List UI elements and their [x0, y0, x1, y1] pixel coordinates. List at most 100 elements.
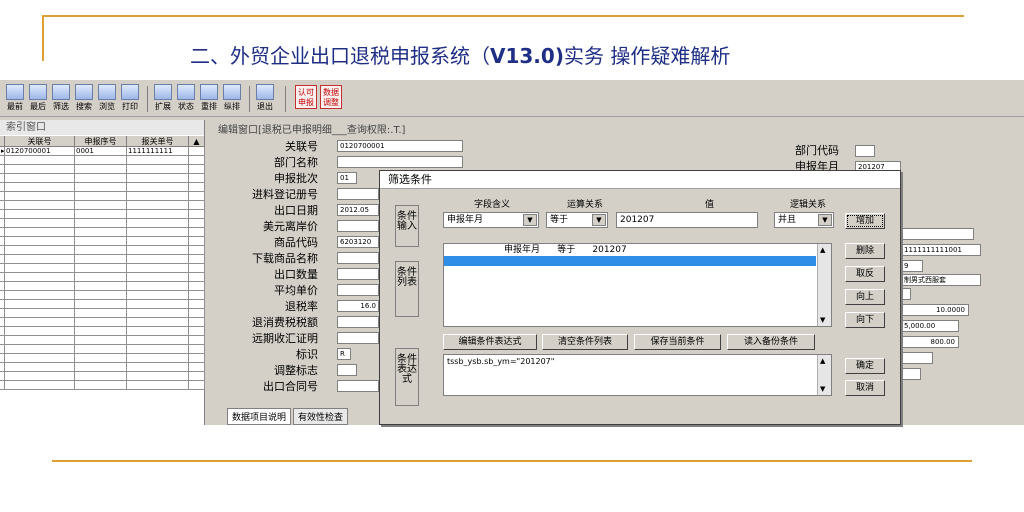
rearrange-button[interactable]: 重排 [198, 83, 220, 114]
table-row[interactable] [0, 192, 205, 201]
scroll-up-icon[interactable]: ▲ [820, 357, 825, 365]
cancel-button[interactable]: 取消 [845, 380, 885, 396]
col-header[interactable]: 报关单号 [127, 136, 189, 146]
value-input[interactable]: 201207 [616, 212, 758, 228]
expand-button[interactable]: 扩展 [152, 83, 174, 114]
invert-button[interactable]: 取反 [845, 266, 885, 282]
table-row[interactable] [0, 318, 205, 327]
field-input[interactable] [855, 145, 875, 157]
scroll-up-arrow[interactable]: ▲ [189, 136, 205, 146]
col-header[interactable]: 关联号 [5, 136, 75, 146]
field-input[interactable] [337, 156, 463, 168]
browse-button[interactable]: 浏览 [96, 83, 118, 114]
field-input[interactable] [337, 364, 357, 376]
table-row[interactable] [0, 300, 205, 309]
print-button[interactable]: 打印 [119, 83, 141, 114]
field-input[interactable]: 0120700001 [337, 140, 463, 152]
table-row[interactable]: ▸ 0120700001 0001 1111111111 [0, 147, 205, 156]
list-item[interactable]: 申报年月 等于 201207 [444, 244, 831, 256]
add-button[interactable]: 增加 [845, 213, 885, 229]
delete-button[interactable]: 删除 [845, 243, 885, 259]
list-scrollbar[interactable]: ▲ ▼ [817, 244, 831, 326]
table-row[interactable] [0, 264, 205, 273]
table-row[interactable] [0, 156, 205, 165]
filter-button[interactable]: 筛选 [50, 83, 72, 114]
field-input[interactable] [901, 368, 921, 380]
ok-button[interactable]: 确定 [845, 358, 885, 374]
expression-box[interactable]: tssb_ysb.sb_ym="201207" ▲ ▼ [443, 354, 832, 396]
data-adjust-button[interactable]: 数据调整 [320, 85, 342, 109]
condition-list[interactable]: 申报年月 等于 201207 ▲ ▼ [443, 243, 832, 327]
scroll-down-icon[interactable]: ▼ [820, 316, 825, 324]
table-row[interactable] [0, 372, 205, 381]
field-input[interactable]: 6203120 [337, 236, 379, 248]
table-row[interactable] [0, 237, 205, 246]
field-input[interactable]: 01 [337, 172, 357, 184]
field-input[interactable]: 9 [901, 260, 923, 272]
first-record-button[interactable]: 最前 [4, 83, 26, 114]
field-input[interactable]: R [337, 348, 351, 360]
last-record-button[interactable]: 最后 [27, 83, 49, 114]
field-input[interactable] [337, 332, 379, 344]
table-row[interactable] [0, 273, 205, 282]
operator-select[interactable]: 等于 ▼ [546, 212, 608, 228]
move-down-button[interactable]: 向下 [845, 312, 885, 328]
table-row[interactable] [0, 210, 205, 219]
table-row[interactable] [0, 336, 205, 345]
field-input[interactable] [337, 268, 379, 280]
scroll-down-icon[interactable]: ▼ [820, 385, 825, 393]
table-row[interactable] [0, 165, 205, 174]
field-input[interactable]: 16.0 [337, 300, 379, 312]
table-row[interactable] [0, 174, 205, 183]
field-input[interactable] [901, 288, 911, 300]
search-button[interactable]: 搜索 [73, 83, 95, 114]
slide-title: 二、外贸企业出口退税申报系统（V13.0)实务 操作疑难解析 [190, 44, 731, 68]
table-row[interactable] [0, 291, 205, 300]
condition-input-section-label: 条件输入 [395, 205, 419, 247]
field-input[interactable]: 5,000.00 [901, 320, 959, 332]
list-selection-highlight[interactable] [444, 256, 816, 266]
field-input[interactable] [337, 252, 379, 264]
exit-button[interactable]: 退出 [254, 83, 276, 114]
field-input[interactable]: 1111111111001 [901, 244, 981, 256]
logic-select[interactable]: 并且 ▼ [774, 212, 834, 228]
scroll-up-icon[interactable]: ▲ [820, 246, 825, 254]
table-row[interactable] [0, 228, 205, 237]
field-input[interactable] [901, 352, 933, 364]
table-row[interactable] [0, 345, 205, 354]
field-input[interactable] [337, 284, 379, 296]
tab-validity-check[interactable]: 有效性检查 [293, 408, 349, 425]
field-input[interactable]: 制男式西服套 [901, 274, 981, 286]
table-row[interactable] [0, 309, 205, 318]
table-row[interactable] [0, 363, 205, 372]
field-input[interactable] [337, 316, 379, 328]
table-row[interactable] [0, 255, 205, 264]
field-input[interactable] [337, 188, 379, 200]
field-input[interactable] [901, 228, 974, 240]
load-backup-button[interactable]: 读入备份条件 [727, 334, 815, 350]
table-row[interactable] [0, 201, 205, 210]
col-header[interactable]: 申报序号 [75, 136, 127, 146]
table-row[interactable] [0, 219, 205, 228]
edit-expression-button[interactable]: 编辑条件表达式 [443, 334, 537, 350]
field-input[interactable] [337, 220, 379, 232]
table-row[interactable] [0, 354, 205, 363]
table-row[interactable] [0, 381, 205, 390]
status-button[interactable]: 状态 [175, 83, 197, 114]
save-condition-button[interactable]: 保存当前条件 [634, 334, 721, 350]
tab-item-description[interactable]: 数据项目说明 [227, 408, 292, 425]
move-up-button[interactable]: 向上 [845, 289, 885, 305]
table-row[interactable] [0, 327, 205, 336]
vertical-layout-button[interactable]: 纵排 [221, 83, 243, 114]
clear-list-button[interactable]: 清空条件列表 [542, 334, 628, 350]
field-input[interactable]: 10.0000 [901, 304, 969, 316]
table-row[interactable] [0, 246, 205, 255]
table-row[interactable] [0, 183, 205, 192]
table-row[interactable] [0, 282, 205, 291]
field-select[interactable]: 申报年月 ▼ [443, 212, 539, 228]
approve-declare-button[interactable]: 认可申报 [295, 85, 317, 109]
expression-scrollbar[interactable]: ▲ ▼ [817, 355, 831, 395]
field-input[interactable] [337, 380, 379, 392]
field-input[interactable]: 800.00 [901, 336, 959, 348]
field-input[interactable]: 2012.05 [337, 204, 379, 216]
